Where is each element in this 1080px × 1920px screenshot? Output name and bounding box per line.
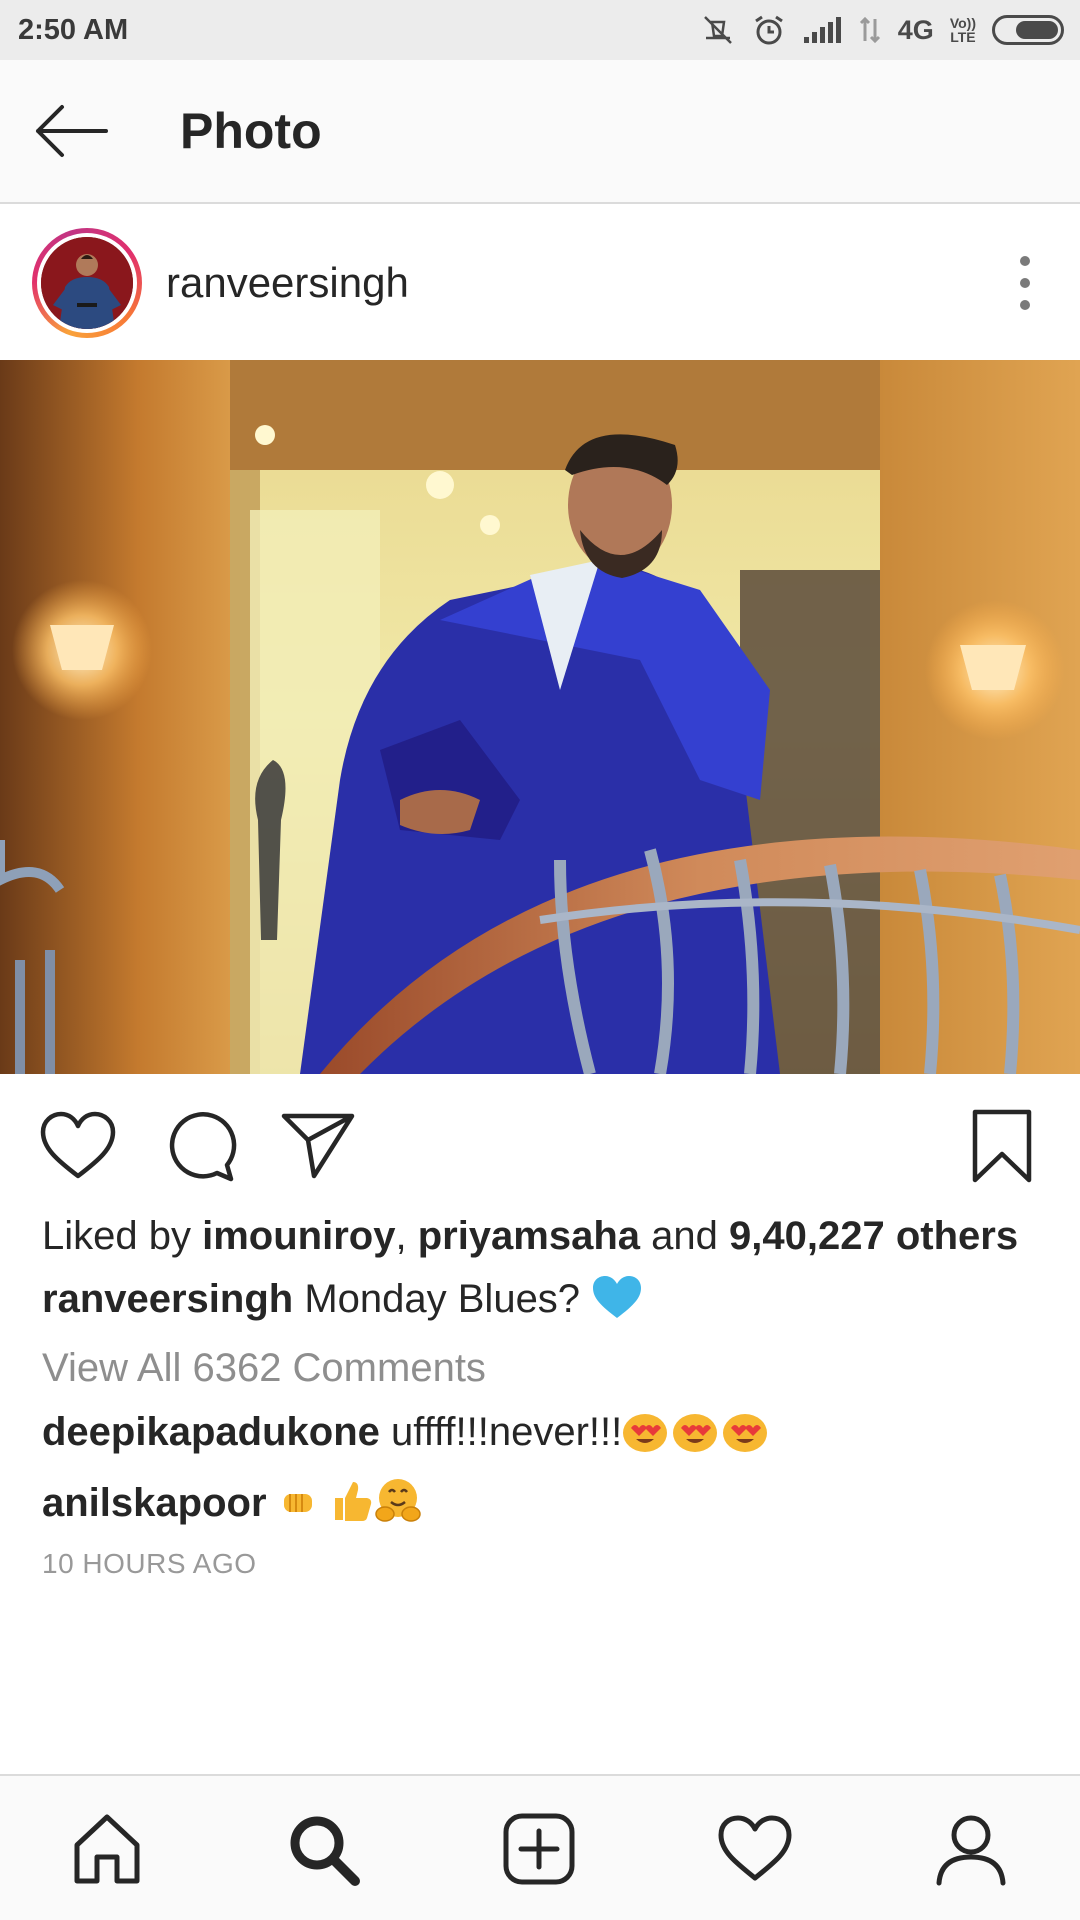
heart-eyes-emoji-icon (623, 1414, 668, 1452)
status-time: 2:50 AM (18, 13, 129, 46)
back-button[interactable] (0, 59, 144, 203)
page-title: Photo (180, 103, 322, 159)
comment-username[interactable]: anilskapoor (42, 1481, 267, 1525)
bottom-nav (0, 1774, 1080, 1920)
nav-new-post[interactable] (494, 1804, 584, 1894)
nav-search[interactable] (278, 1804, 368, 1894)
mute-icon (703, 16, 732, 44)
status-icons: 4G Vo)) LTE (700, 12, 1064, 48)
post-username[interactable]: ranveersingh (166, 259, 409, 307)
activity-heart-icon (718, 1815, 792, 1881)
send-icon (281, 1113, 355, 1179)
caption-username[interactable]: ranveersingh (42, 1277, 293, 1321)
comment-item: anilskapoor (42, 1476, 423, 1526)
likes-others[interactable]: 9,40,227 others (729, 1214, 1018, 1258)
app-header: Photo (0, 60, 1080, 204)
add-post-icon (503, 1813, 575, 1885)
post-photo[interactable] (0, 360, 1080, 1074)
post-header: ranveersingh (0, 206, 1080, 360)
network-type: 4G (897, 14, 934, 45)
comment-item: deepikapadukone uffff!!!never!!! (42, 1410, 772, 1455)
post-actions (0, 1090, 1080, 1200)
share-button[interactable] (278, 1106, 358, 1186)
likes-line: Liked by imouniroy, priyamsaha and 9,40,… (42, 1214, 1019, 1258)
caption: ranveersingh Monday Blues? (42, 1274, 643, 1322)
more-options-button[interactable] (1010, 256, 1040, 310)
hugging-face-emoji-icon (375, 1479, 421, 1522)
status-bar: 2:50 AM 4G Vo)) LTE (0, 0, 1080, 60)
more-vertical-icon (1020, 256, 1030, 266)
comment-text (267, 1481, 278, 1525)
comment-text: uffff!!!never!!! (379, 1410, 623, 1454)
nav-profile[interactable] (926, 1804, 1016, 1894)
comment-icon (169, 1112, 237, 1182)
fist-emoji-icon (283, 1494, 312, 1512)
heart-eyes-emoji-icon (723, 1414, 768, 1452)
profile-icon (936, 1815, 1006, 1886)
nav-home[interactable] (62, 1804, 152, 1894)
arrow-left-icon (36, 105, 108, 157)
post-timestamp: 10 HOURS AGO (42, 1548, 257, 1579)
battery-icon (992, 15, 1064, 45)
signal-icon (803, 17, 841, 43)
like-button[interactable] (38, 1106, 118, 1186)
comment-button[interactable] (160, 1106, 240, 1186)
avatar (41, 237, 133, 329)
alarm-icon (754, 15, 783, 45)
search-icon (290, 1816, 360, 1886)
view-all-comments[interactable]: View All 6362 Comments (42, 1346, 486, 1391)
bookmark-icon (972, 1109, 1032, 1183)
comment-username[interactable]: deepikapadukone (42, 1410, 380, 1454)
battery-level (1016, 21, 1058, 39)
thumbs-up-emoji-icon (334, 1482, 371, 1521)
heart-outline-icon (40, 1111, 116, 1179)
liker-1[interactable]: imouniroy (202, 1214, 395, 1258)
blue-heart-icon (593, 1276, 642, 1318)
caption-text: Monday Blues? (293, 1277, 592, 1321)
volte-indicator: Vo)) LTE (949, 15, 976, 45)
post-image (0, 360, 1080, 1074)
home-icon (74, 1814, 140, 1884)
data-activity-icon (859, 16, 880, 44)
story-ring[interactable] (32, 228, 142, 338)
liker-2[interactable]: priyamsaha (418, 1214, 640, 1258)
heart-eyes-emoji-icon (673, 1414, 718, 1452)
nav-activity[interactable] (710, 1804, 800, 1894)
save-button[interactable] (962, 1106, 1042, 1186)
